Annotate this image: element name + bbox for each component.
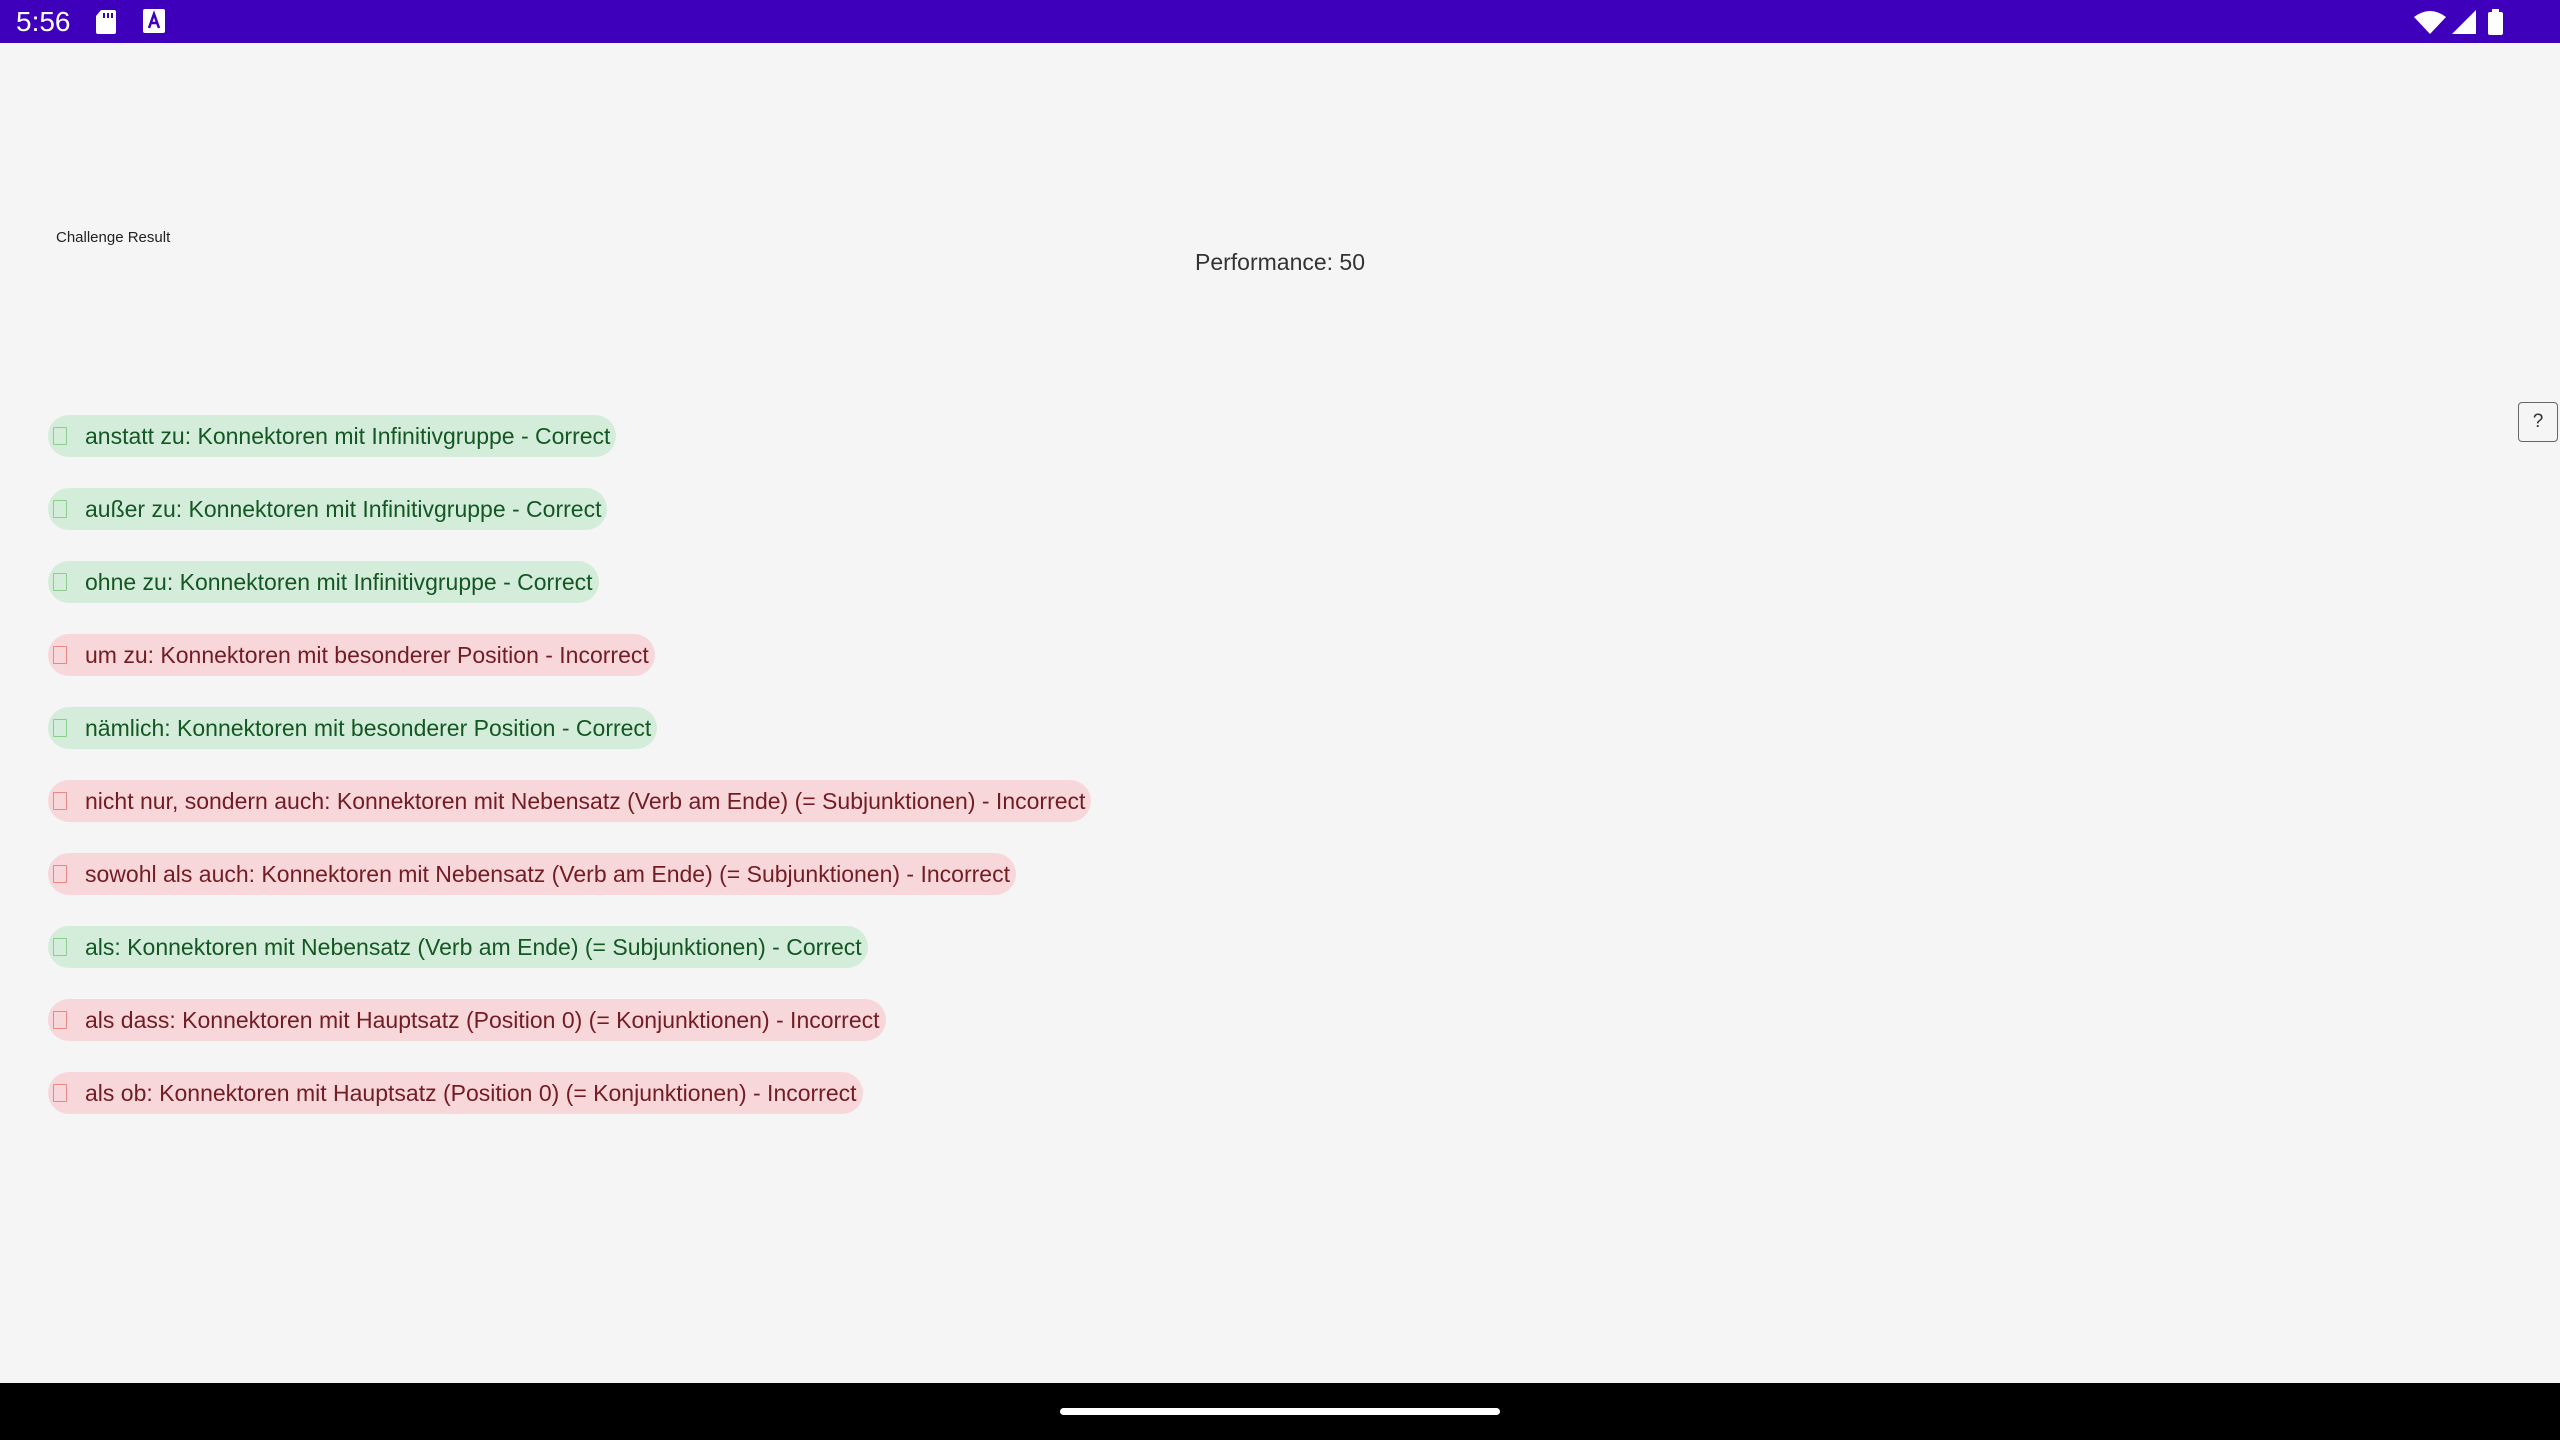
- result-text: nämlich: Konnektoren mit besonderer Posi…: [85, 714, 652, 741]
- home-gesture-handle[interactable]: [1060, 1408, 1500, 1415]
- result-status-icon: [53, 719, 67, 737]
- result-text: nicht nur, sondern auch: Konnektoren mit…: [85, 787, 1086, 814]
- wifi-icon: [2414, 11, 2446, 34]
- result-status-icon: [53, 500, 67, 518]
- result-text: außer zu: Konnektoren mit Infinitivgrupp…: [85, 495, 602, 522]
- sd-card-icon: [96, 10, 116, 34]
- result-text: anstatt zu: Konnektoren mit Infinitivgru…: [85, 422, 611, 449]
- result-text: als: Konnektoren mit Nebensatz (Verb am …: [85, 933, 862, 960]
- result-status-icon: [53, 938, 67, 956]
- result-status-icon: [53, 792, 67, 810]
- result-chip: um zu: Konnektoren mit besonderer Positi…: [48, 634, 655, 676]
- result-text: sowohl als auch: Konnektoren mit Nebensa…: [85, 860, 1010, 887]
- result-text: als dass: Konnektoren mit Hauptsatz (Pos…: [85, 1006, 880, 1033]
- cellular-signal-icon: [2452, 10, 2476, 34]
- status-bar: 5:56: [0, 0, 2560, 43]
- text-a-icon: [143, 9, 165, 33]
- result-status-icon: [53, 427, 67, 445]
- result-chip: als: Konnektoren mit Nebensatz (Verb am …: [48, 926, 868, 968]
- navigation-bar: [0, 1383, 2560, 1440]
- result-chip: außer zu: Konnektoren mit Infinitivgrupp…: [48, 488, 608, 530]
- help-button[interactable]: ?: [2518, 402, 2558, 442]
- battery-icon: [2488, 9, 2503, 35]
- result-text: ohne zu: Konnektoren mit Infinitivgruppe…: [85, 568, 593, 595]
- result-status-icon: [53, 1084, 67, 1102]
- result-chip: anstatt zu: Konnektoren mit Infinitivgru…: [48, 415, 617, 457]
- results-list: anstatt zu: Konnektoren mit Infinitivgru…: [48, 415, 1092, 1145]
- result-text: um zu: Konnektoren mit besonderer Positi…: [85, 641, 649, 668]
- status-time: 5:56: [16, 6, 71, 37]
- result-status-icon: [53, 573, 67, 591]
- result-status-icon: [53, 646, 67, 664]
- result-text: als ob: Konnektoren mit Hauptsatz (Posit…: [85, 1079, 857, 1106]
- challenge-result-screen: Challenge Result Performance: 50 ? ansta…: [0, 43, 2560, 1383]
- performance-score: Performance: 50: [1194, 249, 1366, 275]
- result-chip: als ob: Konnektoren mit Hauptsatz (Posit…: [48, 1072, 863, 1114]
- result-chip: nicht nur, sondern auch: Konnektoren mit…: [48, 780, 1092, 822]
- result-chip: nämlich: Konnektoren mit besonderer Posi…: [48, 707, 658, 749]
- result-chip: ohne zu: Konnektoren mit Infinitivgruppe…: [48, 561, 599, 603]
- result-chip: sowohl als auch: Konnektoren mit Nebensa…: [48, 853, 1016, 895]
- result-status-icon: [53, 1011, 67, 1029]
- result-status-icon: [53, 865, 67, 883]
- page-title: Challenge Result: [56, 229, 171, 246]
- result-chip: als dass: Konnektoren mit Hauptsatz (Pos…: [48, 999, 886, 1041]
